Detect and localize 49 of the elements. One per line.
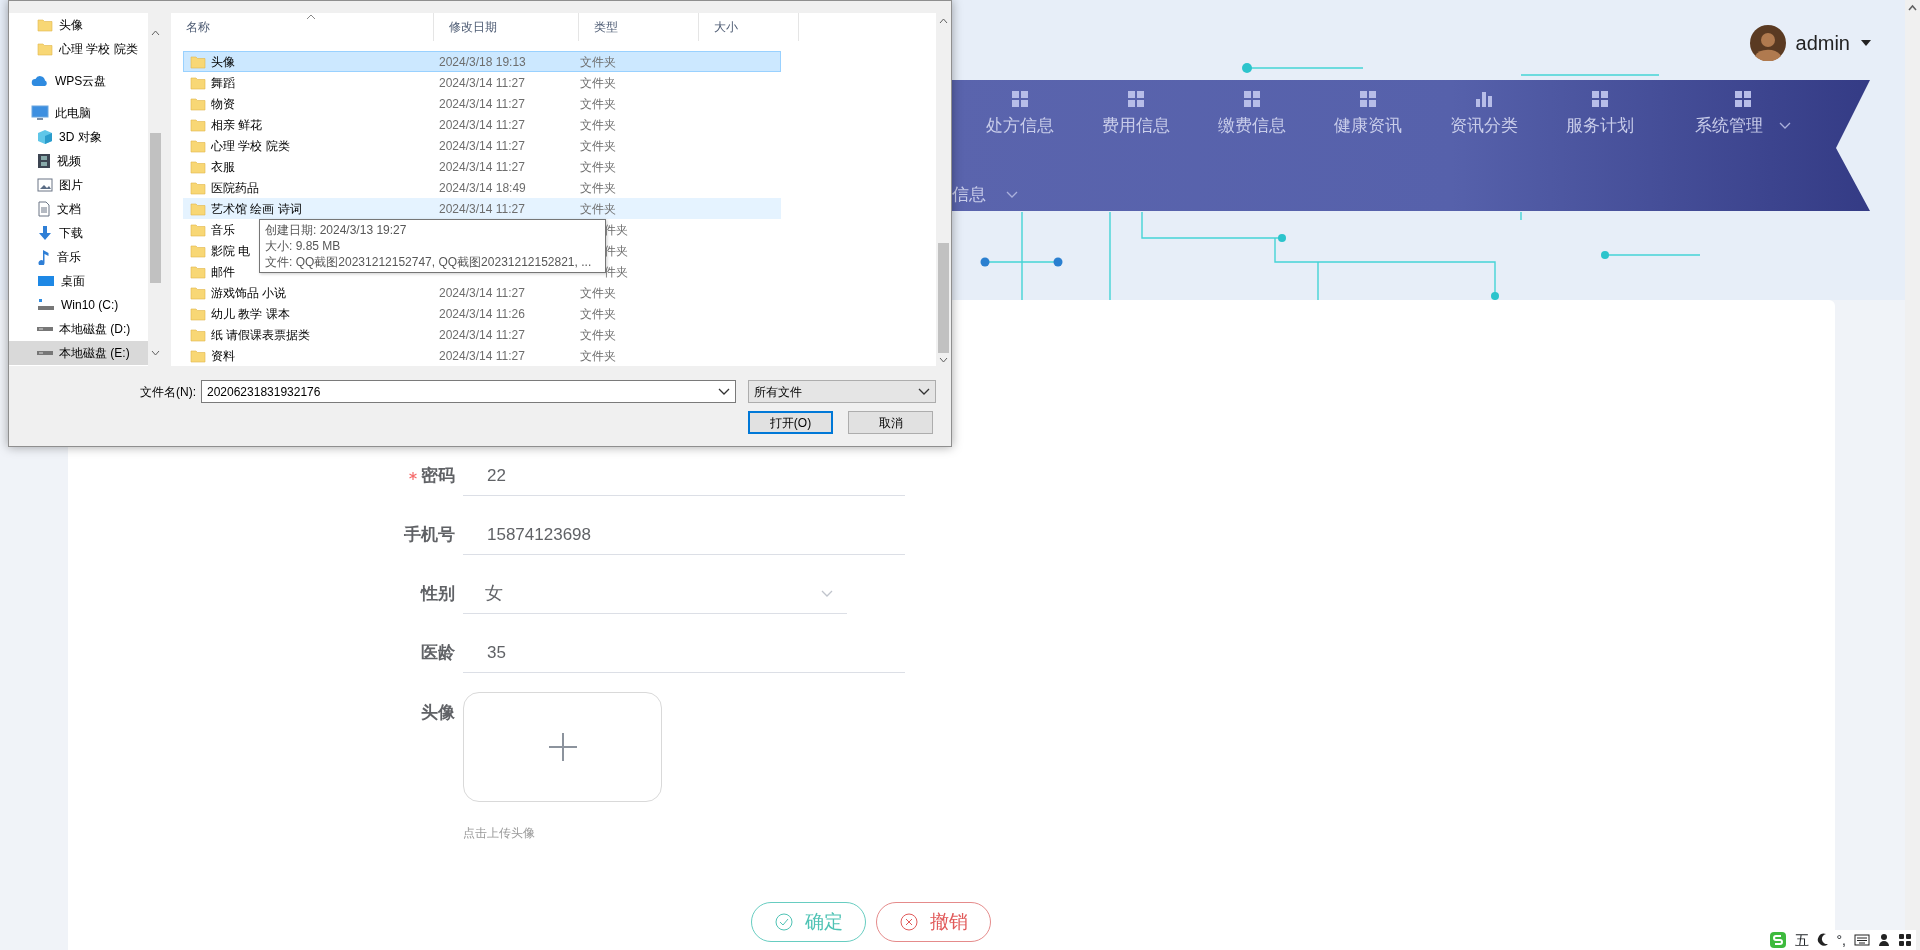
file-date: 2024/3/14 11:27 [439,138,525,153]
file-name: 心理 学校 院类 [211,137,290,155]
field-label: 头像 [421,702,455,724]
file-name: 医院药品 [211,179,259,197]
file-name: 幼儿 教学 课本 [211,305,290,323]
file-type: 文件夹 [580,54,616,69]
file-name: 衣服 [211,158,235,176]
file-date: 2024/3/14 11:27 [439,201,525,216]
field-label: 手机号 [404,524,455,547]
file-date: 2024/3/14 11:27 [439,327,525,342]
file-date: 2024/3/14 11:27 [439,96,525,111]
file-name: 头像 [211,53,235,71]
file-type: 文件夹 [580,96,616,111]
file-name: 影院 电 [211,242,251,260]
file-date: 2024/3/14 11:27 [439,348,525,363]
file-name: 纸 请假课表票据类 [211,326,311,344]
file-type: 文件夹 [580,327,616,342]
tooltip-line: 文件: QQ截图20231212152747, QQ截图20231212152821, ... [265,254,593,270]
file-name: 资料 [211,347,235,365]
file-date: 2024/3/14 18:49 [439,180,526,195]
file-type: 文件夹 [580,117,616,132]
file-type: 文件夹 [580,348,616,363]
file-type: 文件夹 [580,285,616,300]
file-name: 舞蹈 [211,74,235,92]
file-name: 相亲 鲜花 [211,116,263,134]
field-label: 性别 [421,583,455,606]
file-date: 2024/3/14 11:27 [439,117,525,132]
file-type: 文件夹 [580,75,616,90]
file-name: 音乐 [211,221,235,239]
file-type: 文件夹 [580,180,616,195]
file-name: 艺术馆 绘画 诗词 [211,200,302,218]
upload-hint: 点击上传头像 [463,825,536,842]
file-name: 游戏饰品 小说 [211,284,287,302]
file-type: 文件夹 [580,201,616,216]
tooltip-line: 大小: 9.85 MB [265,238,342,254]
file-date: 2024/3/14 11:27 [439,285,525,300]
tooltip-line: 创建日期: 2024/3/13 19:27 [265,222,408,238]
field-label: 医龄 [421,642,455,665]
file-name: 物资 [211,95,235,113]
field-label: 密码 [421,465,455,488]
file-date: 2024/3/18 19:13 [439,54,526,69]
file-date: 2024/3/14 11:27 [439,75,525,90]
file-name: 邮件 [211,263,235,281]
file-date: 2024/3/14 11:26 [439,306,525,321]
file-date: 2024/3/14 11:27 [439,159,525,174]
field-label: 文件名(N): [139,383,196,401]
file-type: 文件夹 [580,306,616,321]
file-type: 文件夹 [580,159,616,174]
file-type: 文件夹 [580,138,616,153]
